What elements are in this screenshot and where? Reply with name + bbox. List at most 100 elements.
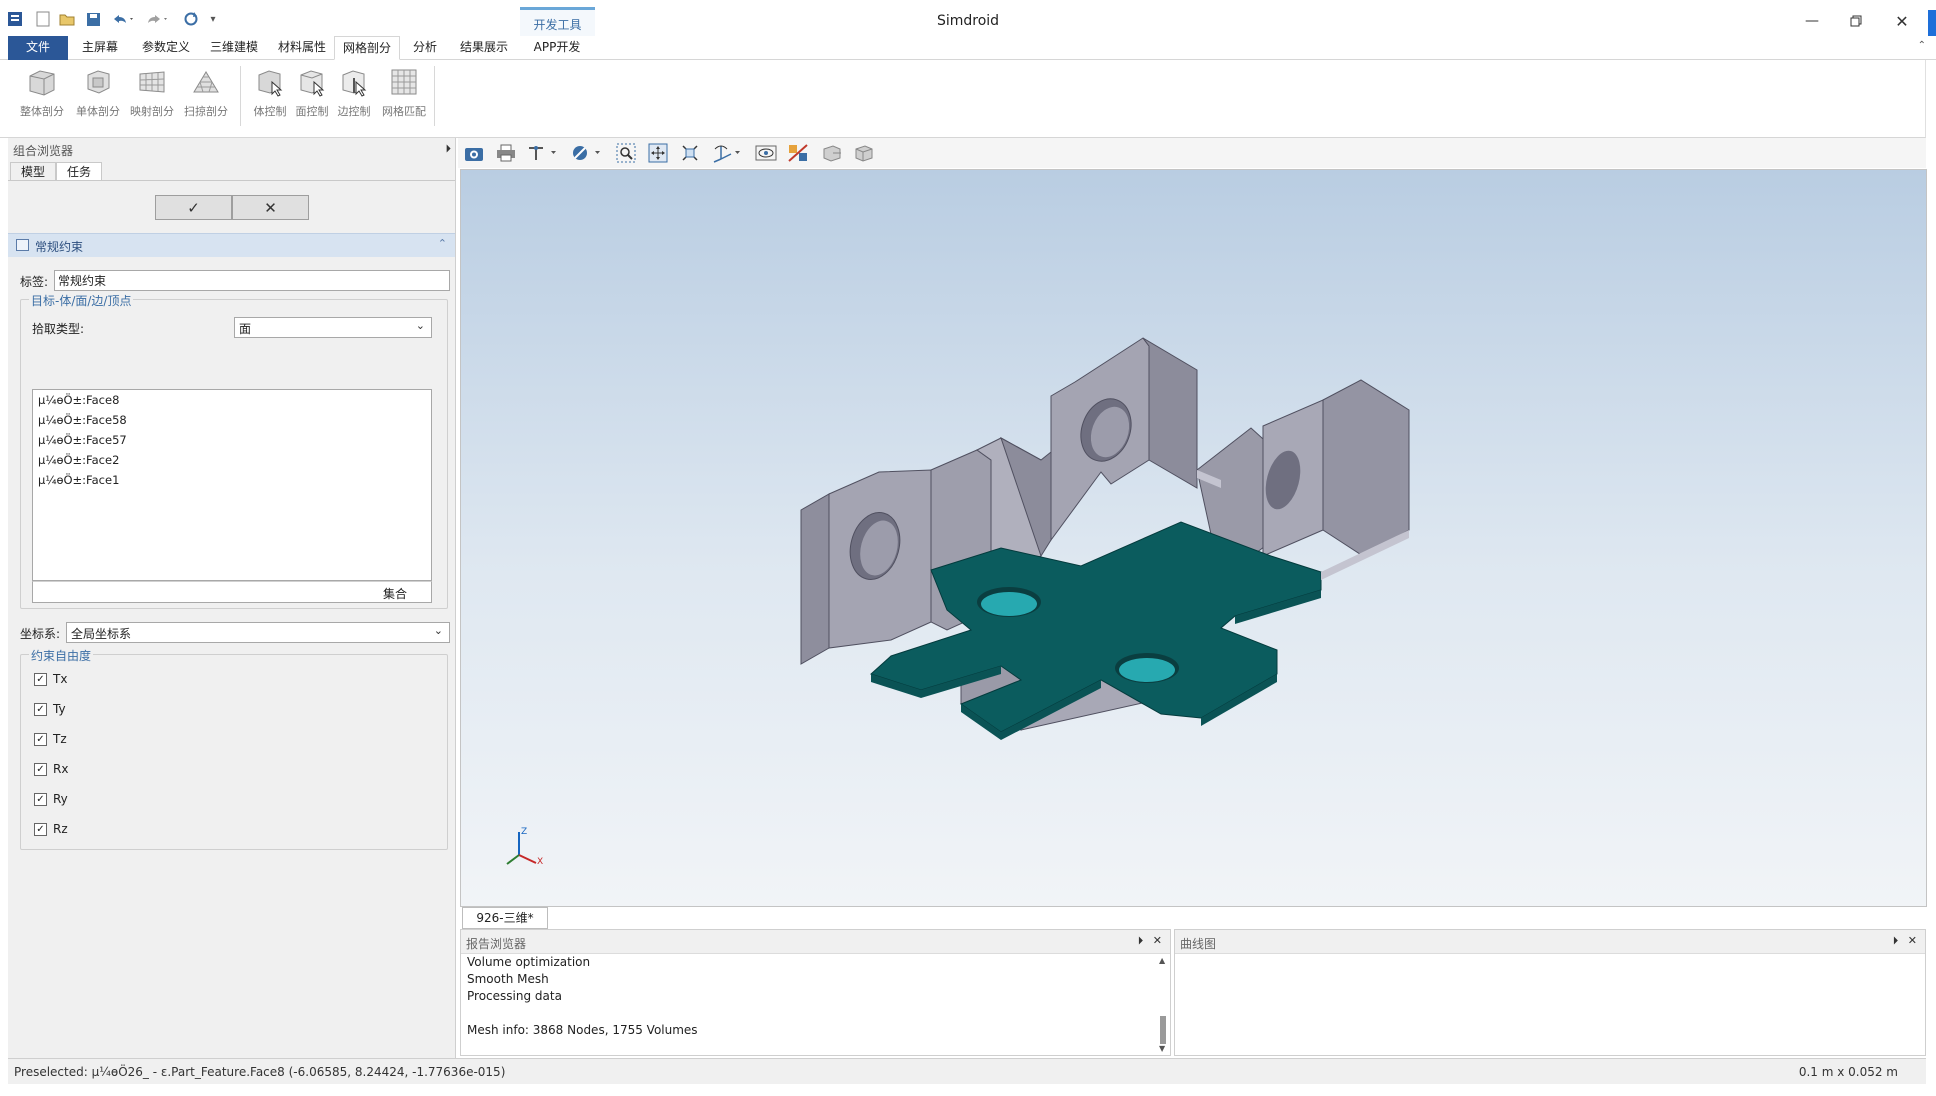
checkbox-checked-icon[interactable]: ✓ <box>34 763 47 776</box>
preselection-status: Preselected: µ¼ѳÖ26_ - ε.Part_Feature.Fa… <box>14 1065 506 1079</box>
set-button[interactable]: 集合 <box>383 585 407 602</box>
tab-results[interactable]: 结果展示 <box>452 36 516 60</box>
face-control-icon <box>300 70 325 97</box>
cancel-button[interactable]: ✕ <box>232 195 309 220</box>
fit-all-icon[interactable] <box>646 142 670 164</box>
title-bar: ▾ 开发工具 Simdroid — ✕ <box>0 0 1936 38</box>
app-menu-icon[interactable] <box>6 10 24 28</box>
tab-file[interactable]: 文件 <box>8 36 68 60</box>
panel-controls[interactable]: ⏵ ✕ <box>1893 934 1920 948</box>
constraint-icon <box>16 239 29 251</box>
curve-panel: 曲线图 ⏵ ✕ <box>1174 929 1926 1056</box>
print-icon[interactable] <box>494 142 518 164</box>
target-group-title: 目标-体/面/边/顶点 <box>29 292 134 309</box>
save-icon[interactable] <box>84 10 102 28</box>
list-item[interactable]: µ¼ѳÖ±:Face58 <box>38 413 127 427</box>
context-tab-label: 开发工具 <box>520 7 595 38</box>
minimize-button[interactable]: — <box>1790 6 1834 36</box>
axis-x-label: X <box>537 857 544 867</box>
customize-icon[interactable]: ▾ <box>204 10 222 28</box>
coord-system-select[interactable]: 全局坐标系 ⌄ <box>66 622 450 643</box>
checkbox-checked-icon[interactable]: ✓ <box>34 793 47 806</box>
dof-group-title: 约束自由度 <box>29 647 94 664</box>
section-header[interactable]: 常规约束 ⌃ <box>8 233 455 257</box>
pick-type-caption: 拾取类型: <box>32 322 85 336</box>
checkbox-checked-icon[interactable]: ✓ <box>34 823 47 836</box>
tab-app-developer[interactable]: APP开发器 <box>522 36 592 77</box>
ribbon-panel: 整体剖分 单体剖分 映射剖分 扫掠剖分 体控制 面控制 边控制 网格匹配 <box>0 60 1926 138</box>
pin-panel-icon[interactable]: ⏵ <box>446 142 452 156</box>
curve-header: 曲线图 ⏵ ✕ <box>1175 930 1925 954</box>
close-button[interactable]: ✕ <box>1880 6 1924 36</box>
sweep-mesh-button[interactable]: 扫掠剖分 <box>180 66 232 126</box>
tab-model[interactable]: 模型 <box>10 162 57 181</box>
visibility-icon[interactable] <box>754 142 778 164</box>
pick-type-select[interactable]: 面 ⌄ <box>234 317 432 338</box>
fit-selection-icon[interactable] <box>678 142 702 164</box>
zoom-box-icon[interactable] <box>614 142 638 164</box>
ribbon-separator <box>240 66 241 126</box>
screenshot-icon[interactable] <box>462 142 486 164</box>
undo-icon[interactable] <box>110 10 136 28</box>
tab-analysis[interactable]: 分析 <box>404 36 446 60</box>
ok-button[interactable]: ✓ <box>155 195 232 220</box>
chevron-up-icon[interactable]: ⌃ <box>438 237 447 250</box>
tab-mesh[interactable]: 网格剖分 <box>334 36 400 60</box>
combo-browser-panel: 组合浏览器 ⏵ 模型 任务 ✓ ✕ 常规约束 ⌃ 标签: 目标-体/面/边/顶点… <box>8 138 456 1058</box>
log-line: Mesh info: 3868 Nodes, 1755 Volumes <box>467 1023 698 1037</box>
log-scrollbar[interactable]: ▲ ▼ <box>1158 956 1168 1054</box>
label-input[interactable] <box>54 270 450 291</box>
measure-icon[interactable] <box>526 142 562 164</box>
label-caption: 标签: <box>20 275 49 289</box>
panel-controls[interactable]: ⏵ ✕ <box>1138 934 1165 948</box>
viewport-toolbar <box>458 138 1926 168</box>
face-list[interactable]: µ¼ѳÖ±:Face8 µ¼ѳÖ±:Face58 µ¼ѳÖ±:Face57 µ¼… <box>32 389 432 581</box>
report-header: 报告浏览器 ⏵ ✕ <box>461 930 1170 954</box>
open-icon[interactable] <box>58 10 76 28</box>
mesh-match-button[interactable]: 网格匹配 <box>378 66 430 126</box>
tab-material[interactable]: 材料属性 <box>270 36 334 60</box>
window-title: Simdroid <box>936 13 1000 29</box>
import-view-icon[interactable] <box>852 142 876 164</box>
mesh-match-icon <box>391 69 417 95</box>
checkbox-checked-icon[interactable]: ✓ <box>34 733 47 746</box>
list-item[interactable]: µ¼ѳÖ±:Face2 <box>38 453 119 467</box>
tab-task[interactable]: 任务 <box>56 162 103 181</box>
list-item[interactable]: µ¼ѳÖ±:Face57 <box>38 433 127 447</box>
list-item[interactable]: µ¼ѳÖ±:Face1 <box>38 473 119 487</box>
3d-model[interactable] <box>461 170 1927 907</box>
collapse-ribbon-icon[interactable]: ⌃ <box>1918 40 1926 51</box>
set-bar: 集合 <box>32 581 432 603</box>
new-icon[interactable] <box>34 10 52 28</box>
tab-home[interactable]: 主屏幕 <box>74 36 126 60</box>
toggle-display-icon[interactable] <box>786 142 810 164</box>
section-view-icon[interactable] <box>570 142 606 164</box>
ribbon-separator <box>434 66 435 126</box>
restore-button[interactable] <box>1834 6 1878 36</box>
log-line: Processing data <box>467 989 562 1003</box>
single-mesh-button[interactable]: 单体剖分 <box>72 66 124 126</box>
global-mesh-button[interactable]: 整体剖分 <box>16 66 68 126</box>
mapped-mesh-icon <box>139 71 165 93</box>
tab-3d-modeling[interactable]: 三维建模 <box>202 36 266 60</box>
report-title: 报告浏览器 <box>466 937 527 951</box>
checkbox-checked-icon[interactable]: ✓ <box>34 673 47 686</box>
body-control-icon <box>258 70 283 97</box>
checkbox-checked-icon[interactable]: ✓ <box>34 703 47 716</box>
chevron-down-icon: ⌄ <box>433 624 443 637</box>
coord-caption: 坐标系: <box>20 627 61 641</box>
tab-parameters[interactable]: 参数定义 <box>134 36 198 60</box>
3d-viewport[interactable]: Z X <box>460 169 1927 907</box>
view-axes-icon[interactable] <box>710 142 744 164</box>
edge-control-button[interactable]: 边控制 <box>328 66 380 126</box>
refresh-icon[interactable] <box>182 10 200 28</box>
list-item[interactable]: µ¼ѳÖ±:Face8 <box>38 393 119 407</box>
mapped-mesh-button[interactable]: 映射剖分 <box>126 66 178 126</box>
chevron-down-icon: ⌄ <box>415 319 425 332</box>
redo-icon[interactable] <box>144 10 170 28</box>
dof-group: 约束自由度 <box>20 647 448 850</box>
document-tab[interactable]: 926-三维* <box>462 907 548 929</box>
export-view-icon[interactable] <box>820 142 844 164</box>
log-line: Volume optimization <box>467 955 591 969</box>
axis-z-label: Z <box>521 827 528 837</box>
